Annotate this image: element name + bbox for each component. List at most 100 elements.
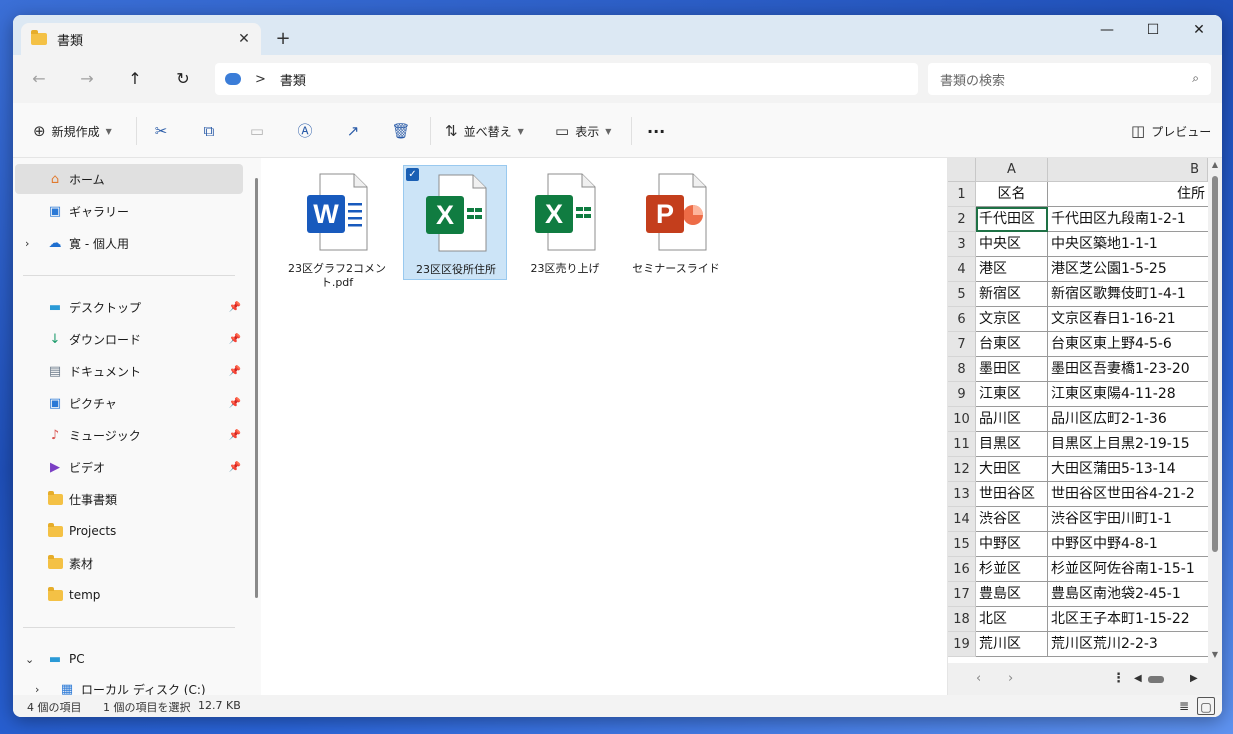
file-item[interactable]: P セミナースライド — [624, 165, 728, 280]
sheet-cell: 大田区蒲田5-13-14 — [1048, 457, 1208, 482]
preview-icon: ◫ — [1131, 122, 1146, 140]
sidebar-item-projects[interactable]: Projects — [15, 516, 243, 546]
checkbox-checked-icon[interactable]: ✓ — [406, 168, 419, 181]
pin-icon[interactable]: 📌 — [229, 366, 241, 377]
sheet-cell: 台東区東上野4-5-6 — [1048, 332, 1208, 357]
refresh-button[interactable]: ↻ — [169, 67, 197, 91]
download-icon: ↓ — [49, 331, 61, 347]
sheet-cell: 中野区中野4-8-1 — [1048, 532, 1208, 557]
sidebar-item-label: PC — [69, 652, 85, 666]
close-button[interactable]: ✕ — [1176, 15, 1222, 47]
new-tab-button[interactable]: + — [271, 27, 295, 51]
pin-icon[interactable]: 📌 — [229, 398, 241, 409]
rename-icon[interactable]: Ⓐ — [293, 119, 317, 143]
sidebar-item-pc[interactable]: ⌄ ▬ PC — [15, 644, 243, 674]
file-name: 23区売り上げ — [530, 262, 600, 275]
scrollbar-thumb[interactable] — [255, 178, 258, 598]
chevron-left-icon[interactable]: ‹ — [976, 671, 981, 686]
new-button[interactable]: ⊕ 新規作成 ▼ — [33, 120, 112, 142]
sidebar-item-local-disk[interactable]: › ▦ ローカル ディスク (C:) — [15, 674, 243, 696]
sidebar-item-materials[interactable]: 素材 — [15, 548, 243, 578]
chevron-right-icon[interactable]: › — [35, 683, 39, 696]
horizontal-scroll-thumb[interactable] — [1148, 676, 1164, 683]
sidebar-item-gallery[interactable]: ▣ ギャラリー — [15, 196, 243, 226]
pin-icon[interactable]: 📌 — [229, 302, 241, 313]
row-header: 11 — [948, 432, 976, 457]
sheet-cell: 豊島区南池袋2-45-1 — [1048, 582, 1208, 607]
view-button[interactable]: ▭ 表示 ▼ — [555, 120, 611, 142]
pin-icon[interactable]: 📌 — [229, 462, 241, 473]
sidebar-item-documents[interactable]: ▤ ドキュメント 📌 — [15, 356, 243, 386]
sheet-cell: 文京区 — [976, 307, 1048, 332]
breadcrumb[interactable]: 書類 — [280, 70, 306, 89]
back-button[interactable]: ← — [25, 67, 53, 91]
scroll-left-icon[interactable]: ◀ — [1134, 673, 1142, 684]
cut-icon[interactable]: ✂ — [149, 119, 173, 143]
pin-icon[interactable]: 📌 — [229, 334, 241, 345]
chevron-down-icon[interactable]: ⌄ — [25, 653, 34, 666]
file-list: W 23区グラフ2コメント.pdf ✓ X 23区区役所住所 X 23区売り上げ… — [261, 158, 947, 695]
excel-file-icon: X — [535, 173, 596, 251]
file-name: セミナースライド — [632, 262, 720, 275]
file-item-selected[interactable]: ✓ X 23区区役所住所 — [403, 165, 507, 280]
up-button[interactable]: ↑ — [121, 67, 149, 91]
sheet-cell: 大田区 — [976, 457, 1048, 482]
pin-icon[interactable]: 📌 — [229, 430, 241, 441]
sidebar-item-temp[interactable]: temp — [15, 580, 243, 610]
chevron-right-icon[interactable]: › — [1008, 671, 1013, 686]
row-header: 10 — [948, 407, 976, 432]
scrollbar-thumb[interactable] — [1212, 176, 1218, 552]
sheet-cell: 中央区築地1-1-1 — [1048, 232, 1208, 257]
scroll-down-icon[interactable]: ▼ — [1210, 650, 1220, 659]
maximize-button[interactable]: ☐ — [1130, 15, 1176, 47]
search-input[interactable]: 書類の検索 ⌕ — [928, 63, 1211, 95]
sort-button[interactable]: ⇅ 並べ替え ▼ — [445, 120, 524, 142]
sidebar-item-work-documents[interactable]: 仕事書類 — [15, 484, 243, 514]
sheet-cell: 千代田区九段南1-2-1 — [1048, 207, 1208, 232]
sheet-cell: 中野区 — [976, 532, 1048, 557]
chevron-right-icon[interactable]: > — [255, 72, 266, 87]
delete-icon[interactable]: 🗑 — [389, 119, 413, 143]
forward-button[interactable]: → — [73, 67, 101, 91]
minimize-button[interactable]: — — [1084, 15, 1130, 47]
sidebar-item-pictures[interactable]: ▣ ピクチャ 📌 — [15, 388, 243, 418]
divider — [23, 627, 235, 628]
desktop-icon: ▬ — [48, 299, 62, 315]
copy-icon[interactable]: ⧉ — [197, 119, 221, 143]
file-item[interactable]: X 23区売り上げ — [513, 165, 617, 280]
search-placeholder: 書類の検索 — [940, 73, 1006, 89]
sidebar-item-home[interactable]: ⌂ ホーム — [15, 164, 243, 194]
tab-close-icon[interactable]: ✕ — [235, 30, 253, 48]
more-options-button[interactable]: ··· — [647, 120, 665, 142]
chevron-right-icon[interactable]: › — [25, 237, 29, 250]
sheet-cell: 世田谷区世田谷4-21-2 — [1048, 482, 1208, 507]
view-label: 表示 — [575, 124, 600, 139]
sidebar-item-downloads[interactable]: ↓ ダウンロード 📌 — [15, 324, 243, 354]
preview-label: プレビュー — [1151, 124, 1212, 139]
row-header: 3 — [948, 232, 976, 257]
scroll-up-icon[interactable]: ▲ — [1210, 160, 1220, 169]
more-icon[interactable]: ⋮ — [1112, 671, 1125, 686]
sidebar-item-onedrive[interactable]: › ☁ 寛 - 個人用 — [15, 228, 243, 258]
file-item[interactable]: W 23区グラフ2コメント.pdf — [285, 165, 389, 289]
preview-pane-button[interactable]: ◫ プレビュー — [1131, 120, 1211, 142]
scroll-right-icon[interactable]: ▶ — [1190, 673, 1198, 684]
row-header: 12 — [948, 457, 976, 482]
row-header: 14 — [948, 507, 976, 532]
search-icon: ⌕ — [1192, 71, 1199, 85]
sidebar-item-music[interactable]: ♪ ミュージック 📌 — [15, 420, 243, 450]
file-type-letter: X — [545, 199, 563, 229]
sheet-cell: 渋谷区宇田川町1-1 — [1048, 507, 1208, 532]
sheet-cell: 杉並区阿佐谷南1-15-1 — [1048, 557, 1208, 582]
tab-documents[interactable]: 書類 ✕ — [21, 23, 261, 55]
share-icon[interactable]: ↗ — [341, 119, 365, 143]
large-icons-view-icon[interactable]: ▢ — [1197, 697, 1215, 715]
navigation-scrollbar[interactable] — [253, 158, 261, 695]
sidebar-item-videos[interactable]: ▶ ビデオ 📌 — [15, 452, 243, 482]
details-view-icon[interactable]: ≣ — [1175, 697, 1193, 715]
address-input[interactable]: > 書類 — [215, 63, 918, 95]
preview-scrollbar[interactable]: ▲ ▼ — [1208, 158, 1222, 663]
sheet-cell: 荒川区 — [976, 632, 1048, 657]
sidebar-item-desktop[interactable]: ▬ デスクトップ 📌 — [15, 292, 243, 322]
paste-icon[interactable]: ▭ — [245, 119, 269, 143]
